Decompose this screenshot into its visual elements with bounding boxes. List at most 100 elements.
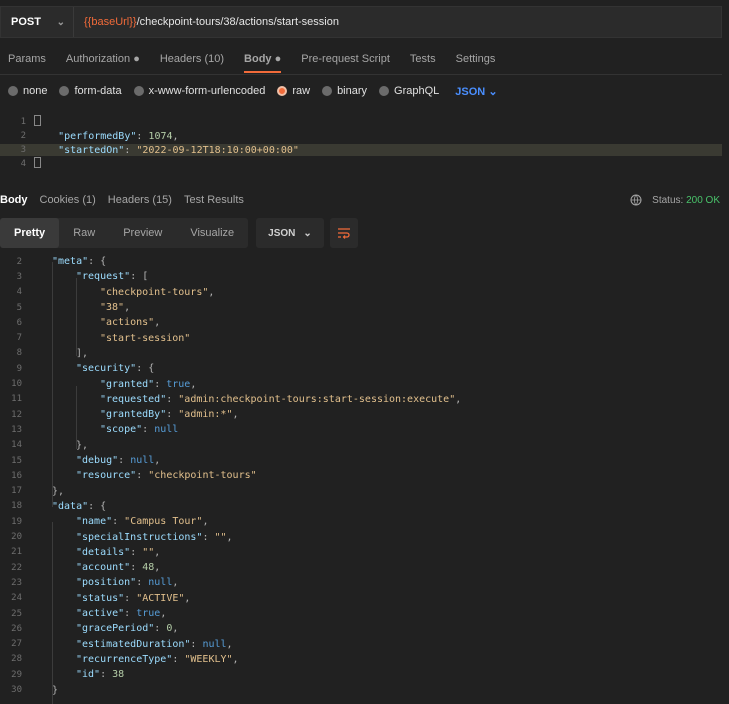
json-punctuation: , — [154, 546, 161, 558]
json-sep: : — [136, 130, 149, 142]
code-text: "data": { — [30, 501, 106, 512]
tab-params[interactable]: Params — [8, 53, 46, 65]
line-number: 5 — [16, 302, 22, 313]
response-status: Status: 200 OK — [630, 190, 720, 210]
wrap-lines-button[interactable] — [329, 218, 358, 248]
code-text: }, — [30, 440, 88, 451]
radio-none[interactable]: none — [8, 85, 47, 97]
line-number: 16 — [11, 470, 22, 481]
json-string: "start-session" — [100, 332, 191, 344]
radio-graphql[interactable]: GraphQL — [379, 85, 439, 97]
json-string: "admin:*" — [178, 409, 233, 421]
tab-response-body[interactable]: Body — [0, 194, 28, 206]
method-select[interactable]: POST ⌄ — [1, 16, 73, 28]
radio-form-data[interactable]: form-data — [59, 85, 122, 97]
code-text: "specialInstructions": "", — [30, 532, 233, 543]
view-preview-button[interactable]: Preview — [109, 218, 176, 248]
json-key: "requested" — [100, 393, 167, 405]
line-number: 4 — [16, 287, 22, 298]
code-line: 7 "start-session" — [0, 331, 722, 346]
json-literal: null — [130, 455, 155, 467]
tab-cookies-label: Cookies — [39, 194, 80, 206]
view-raw-button[interactable]: Raw — [59, 218, 109, 248]
radio-icon — [59, 86, 70, 96]
tab-cookies[interactable]: Cookies (1) — [40, 194, 96, 206]
code-text: "position": null, — [30, 577, 178, 588]
tab-body[interactable]: Body ● — [244, 53, 282, 73]
line-number: 15 — [11, 455, 22, 466]
json-string: "checkpoint-tours" — [148, 470, 257, 482]
chevron-down-icon: ⌄ — [56, 16, 65, 28]
status-dot-icon: ● — [133, 53, 140, 65]
json-punctuation: , — [226, 638, 233, 650]
line-number: 20 — [11, 532, 22, 543]
json-key: "estimatedDuration" — [76, 638, 191, 650]
code-text: "grantedBy": "admin:*", — [30, 409, 239, 420]
json-punctuation: } — [52, 684, 59, 696]
tab-headers-label: Headers — [159, 53, 202, 65]
tab-response-headers[interactable]: Headers (15) — [108, 194, 172, 206]
json-key: "data" — [52, 500, 89, 512]
radio-urlencoded-label: x-www-form-urlencoded — [148, 85, 266, 97]
code-line: 6 "actions", — [0, 315, 722, 330]
network-globe-icon[interactable] — [630, 194, 642, 206]
tab-settings[interactable]: Settings — [456, 53, 496, 65]
radio-binary[interactable]: binary — [322, 85, 367, 97]
response-header: Body Cookies (1) Headers (15) Test Resul… — [0, 190, 722, 210]
code-text: "38", — [30, 302, 130, 313]
json-punctuation: , — [160, 608, 167, 620]
json-punctuation: , — [172, 623, 179, 635]
json-punctuation: : { — [88, 256, 107, 268]
code-text: "status": "ACTIVE", — [30, 593, 190, 604]
response-body-viewer[interactable]: 2 "meta": {3 "request": [4 "checkpoint-tour… — [0, 254, 722, 704]
radio-raw[interactable]: raw — [277, 85, 310, 97]
view-pretty-button[interactable]: Pretty — [0, 218, 60, 248]
radio-urlencoded[interactable]: x-www-form-urlencoded — [133, 85, 266, 97]
response-headers-count: (15) — [152, 194, 172, 206]
view-visualize-button[interactable]: Visualize — [176, 218, 248, 248]
code-line: 4 "checkpoint-tours", — [0, 285, 722, 300]
radio-binary-label: binary — [337, 85, 368, 97]
code-line: 15 "debug": null, — [0, 453, 722, 468]
url-input[interactable]: {{baseUrl}}/checkpoint-tours/38/actions/… — [73, 7, 721, 37]
json-punctuation: }, — [52, 485, 65, 497]
tab-tests[interactable]: Tests — [410, 53, 436, 65]
line-number: 7 — [16, 333, 22, 344]
json-key: "account" — [76, 562, 131, 574]
code-text: "estimatedDuration": null, — [30, 639, 233, 650]
json-punctuation: , — [184, 592, 191, 604]
body-format-select[interactable]: JSON ⌄ — [455, 85, 497, 98]
tab-prerequest-script[interactable]: Pre-request Script — [301, 53, 390, 65]
json-key: "grantedBy" — [100, 409, 167, 421]
radio-graphql-label: GraphQL — [394, 85, 440, 97]
tabs-divider — [0, 74, 722, 75]
tab-headers[interactable]: Headers (10) — [160, 53, 224, 65]
code-line: 5 "38", — [0, 300, 722, 315]
line-number: 17 — [11, 486, 22, 497]
json-key: "security" — [76, 363, 137, 375]
code-text: } — [30, 685, 58, 696]
response-format-select[interactable]: JSON ⌄ — [256, 218, 324, 248]
url-variable: {{baseUrl}} — [84, 16, 137, 28]
json-punctuation: : — [154, 378, 167, 390]
code-line: 26 "gracePeriod": 0, — [0, 621, 722, 636]
request-body-editor[interactable]: 1 2 "performedBy": 1074, 3 "startedOn": … — [0, 115, 722, 178]
status-text: Status: 200 OK — [652, 195, 720, 206]
tab-test-results[interactable]: Test Results — [184, 194, 244, 206]
code-line: 27 "estimatedDuration": null, — [0, 637, 722, 652]
code-text: }, — [30, 486, 64, 497]
code-line: 9 "security": { — [0, 361, 722, 376]
line-number: 29 — [11, 669, 22, 680]
response-tabs: Body Cookies (1) Headers (15) Test Resul… — [0, 194, 244, 206]
line-number: 23 — [11, 577, 22, 588]
tab-authorization[interactable]: Authorization ● — [66, 53, 140, 65]
json-punctuation: , — [154, 562, 161, 574]
body-type-selector: none form-data x-www-form-urlencoded raw… — [0, 80, 498, 102]
line-number: 28 — [11, 654, 22, 665]
line-number: 12 — [11, 409, 22, 420]
code-line: 22 "account": 48, — [0, 560, 722, 575]
headers-count: (10) — [204, 53, 225, 65]
json-literal: true — [136, 608, 161, 620]
method-label: POST — [11, 16, 41, 28]
line-number: 2 — [20, 131, 26, 141]
